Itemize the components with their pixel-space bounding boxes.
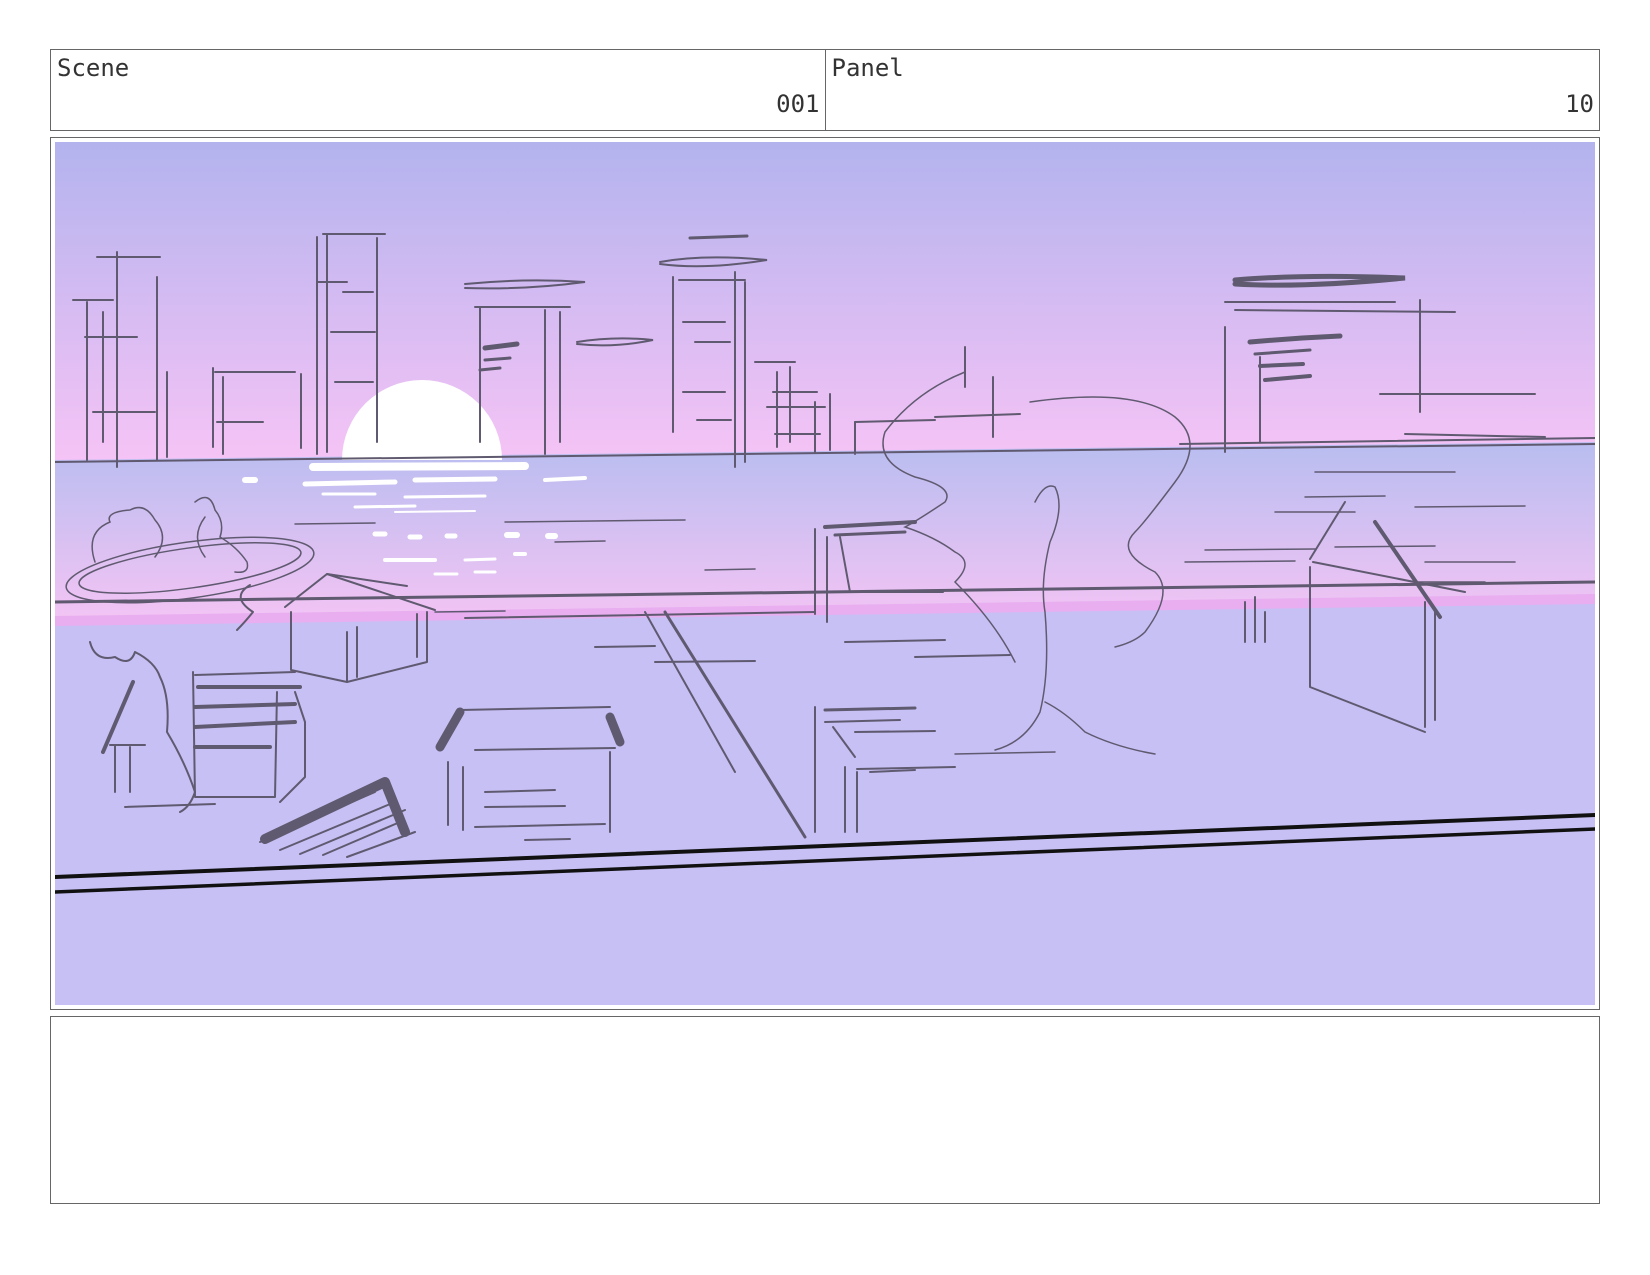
panel-label: Panel: [831, 54, 904, 82]
storyboard-frame: [50, 137, 1600, 1010]
ground: [55, 582, 1595, 1005]
panel-number: 10: [1565, 90, 1594, 118]
panel-cell: Panel 10: [824, 50, 1600, 130]
storyboard-drawing: [55, 142, 1595, 1005]
scene-cell: Scene 001: [51, 50, 825, 130]
scene-label: Scene: [57, 54, 130, 82]
scene-number: 001: [776, 90, 820, 118]
panel-header: Scene 001 Panel 10: [50, 49, 1600, 131]
sky: [55, 142, 1595, 472]
water: [55, 442, 1595, 624]
notes-box[interactable]: [50, 1016, 1600, 1204]
